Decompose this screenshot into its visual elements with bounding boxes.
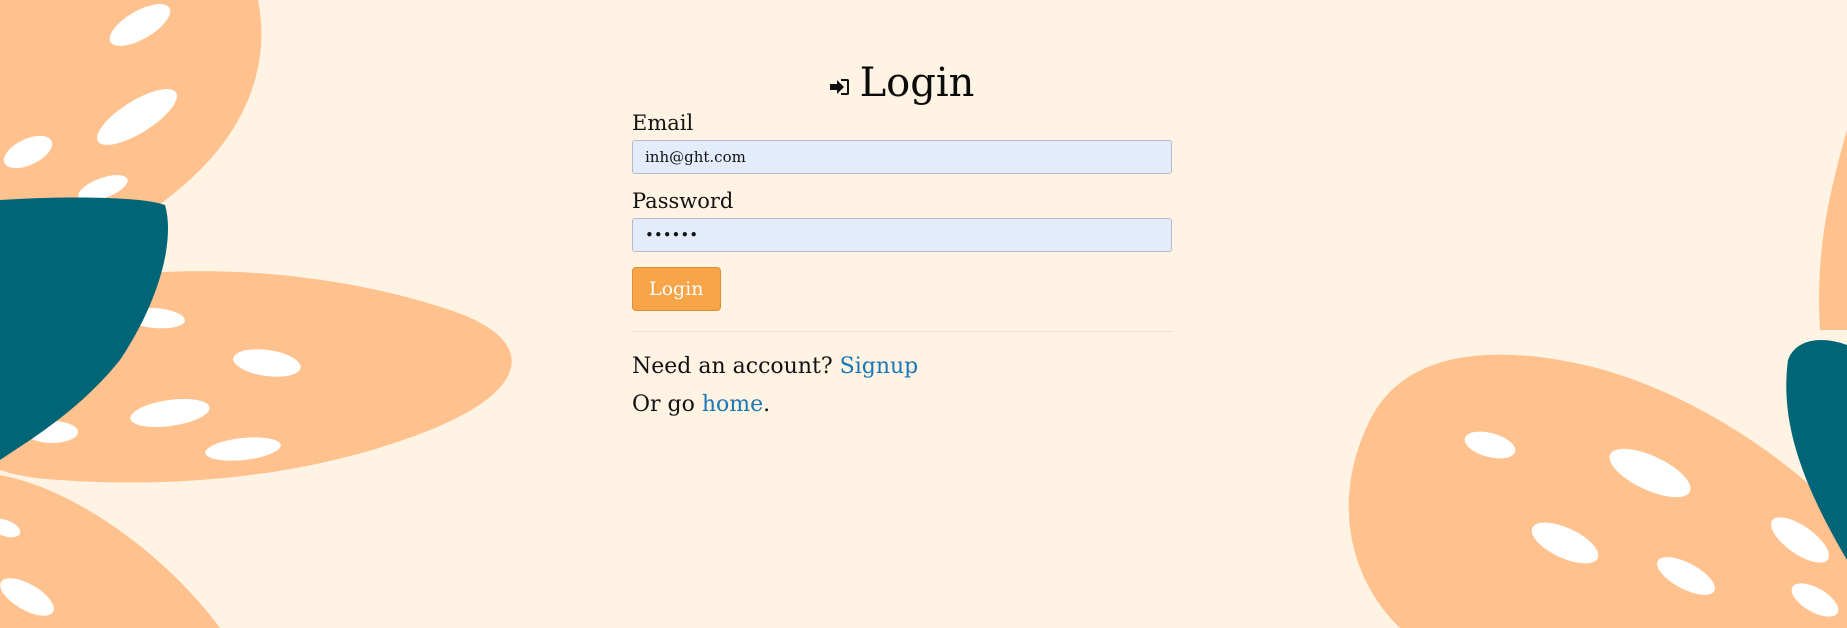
password-input[interactable] bbox=[632, 218, 1172, 252]
password-label: Password bbox=[632, 189, 734, 213]
email-field-group: Email bbox=[632, 110, 1172, 174]
leaf-right-edge bbox=[1819, 130, 1847, 330]
login-icon bbox=[829, 78, 850, 96]
divider bbox=[632, 331, 1172, 332]
page-title: Login bbox=[859, 60, 975, 106]
home-prompt-text: Or go bbox=[632, 392, 695, 417]
email-input[interactable] bbox=[632, 140, 1172, 174]
email-label: Email bbox=[632, 111, 694, 135]
page-header: Login bbox=[632, 56, 1172, 110]
home-suffix: . bbox=[763, 392, 771, 417]
home-prompt: Or go home. bbox=[632, 392, 1172, 418]
password-field-group: Password bbox=[632, 188, 1172, 252]
signup-prompt-text: Need an account? bbox=[632, 354, 833, 379]
login-button[interactable]: Login bbox=[632, 267, 721, 311]
signup-link[interactable]: Signup bbox=[840, 354, 919, 379]
leaf-bottom-right bbox=[1348, 354, 1847, 628]
login-form: Email Password Login bbox=[632, 110, 1172, 311]
signup-prompt: Need an account? Signup bbox=[632, 354, 1172, 380]
home-link[interactable]: home bbox=[702, 392, 763, 417]
login-form-container: Login Email Password Login Need an accou… bbox=[632, 56, 1172, 430]
